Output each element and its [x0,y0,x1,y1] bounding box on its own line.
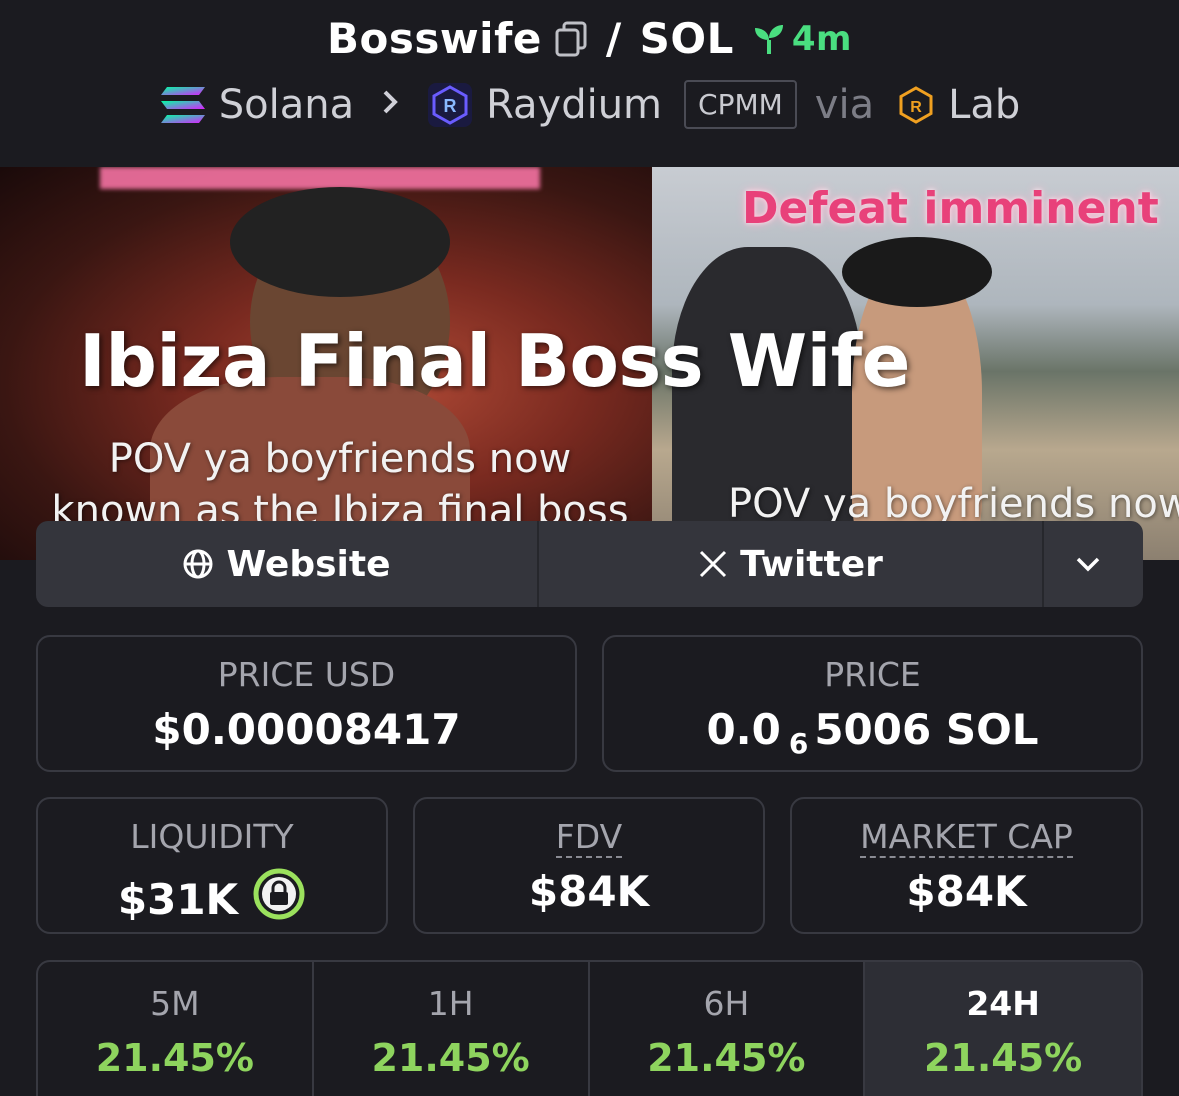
token-name: Bosswife [327,14,542,63]
change-period: 1H [427,984,474,1023]
change-tab-6h[interactable]: 6H 21.45% [590,962,866,1096]
via-label: via [814,81,875,128]
change-tab-1h[interactable]: 1H 21.45% [314,962,590,1096]
pair-route: Solana R Raydium CPMM via R Lab [0,80,1179,129]
lab-icon: R [896,85,936,125]
price-suffix: 5006 SOL [814,705,1039,754]
fdv-card: FDV $84K [413,797,765,934]
change-value: 21.45% [95,1036,255,1080]
banner-title: Ibiza Final Boss Wife [79,319,910,403]
globe-icon [183,549,213,579]
pool-type-badge: CPMM [684,80,797,129]
copy-icon[interactable] [554,20,588,58]
change-value: 21.45% [923,1036,1083,1080]
price-native-card: PRICE 0.0 6 5006 SOL [602,635,1143,772]
website-label: Website [226,543,391,585]
launchpad-name[interactable]: Lab [948,82,1020,128]
market-cap-card: MARKET CAP $84K [790,797,1143,934]
chevron-down-icon [1076,557,1099,572]
solana-icon [159,85,207,125]
change-value: 21.45% [647,1036,806,1080]
dex-name[interactable]: Raydium [486,82,662,128]
price-change-tabs: 5M 21.45% 1H 21.45% 6H 21.45% 24H 21.45% [36,960,1143,1096]
liquidity-label: LIQUIDITY [130,817,294,856]
chevron-right-icon [380,85,400,125]
fdv-label[interactable]: FDV [555,817,623,858]
twitter-label: Twitter [740,543,883,585]
price-usd-label: PRICE USD [217,655,396,694]
quote-token: SOL [639,14,734,63]
chain-name[interactable]: Solana [219,82,354,128]
change-period: 5M [150,984,200,1023]
pair-age: 4m [752,19,852,59]
change-tab-5m[interactable]: 5M 21.45% [38,962,314,1096]
change-tab-24h[interactable]: 24H 21.45% [865,962,1141,1096]
price-usd-value: $0.00008417 [152,705,461,754]
raydium-icon: R [426,81,474,129]
sprout-icon [754,24,783,54]
social-links-bar: Website Twitter [36,521,1143,607]
liquidity-value: $31K [117,874,239,924]
twitter-button[interactable]: Twitter [539,521,1044,607]
pair-title: Bosswife / SOL 4m [0,14,1179,63]
svg-text:R: R [910,99,922,116]
caption-left-line1: POV ya boyfriends now [108,436,572,482]
liquidity-value-row: $31K [38,867,386,931]
x-logo-icon [700,550,727,578]
website-button[interactable]: Website [36,521,539,607]
pair-header: Bosswife / SOL 4m Solana R Raydium CPMM … [0,0,1179,167]
price-zero-count: 6 [788,727,809,760]
token-banner-image: Defeat imminent Ibiza Final Boss Wife PO… [0,167,1179,560]
banner-overlay-text: Defeat imminent [742,183,1159,234]
price-prefix: 0.0 [706,705,781,754]
more-links-button[interactable] [1044,521,1143,607]
price-native-label: PRICE [824,655,921,694]
change-period: 6H [703,984,750,1023]
liquidity-card: LIQUIDITY $31K [36,797,388,934]
pair-age-text: 4m [791,18,852,59]
pair-separator: / [605,14,622,63]
lock-icon[interactable] [252,867,306,931]
fdv-value: $84K [528,867,650,916]
change-period: 24H [966,984,1040,1023]
change-value: 21.45% [371,1036,530,1080]
market-cap-label[interactable]: MARKET CAP [860,817,1073,858]
svg-text:R: R [444,96,457,116]
price-native-value: 0.0 6 5006 SOL [604,705,1141,760]
market-cap-value: $84K [906,867,1027,916]
price-usd-card: PRICE USD $0.00008417 [36,635,577,772]
